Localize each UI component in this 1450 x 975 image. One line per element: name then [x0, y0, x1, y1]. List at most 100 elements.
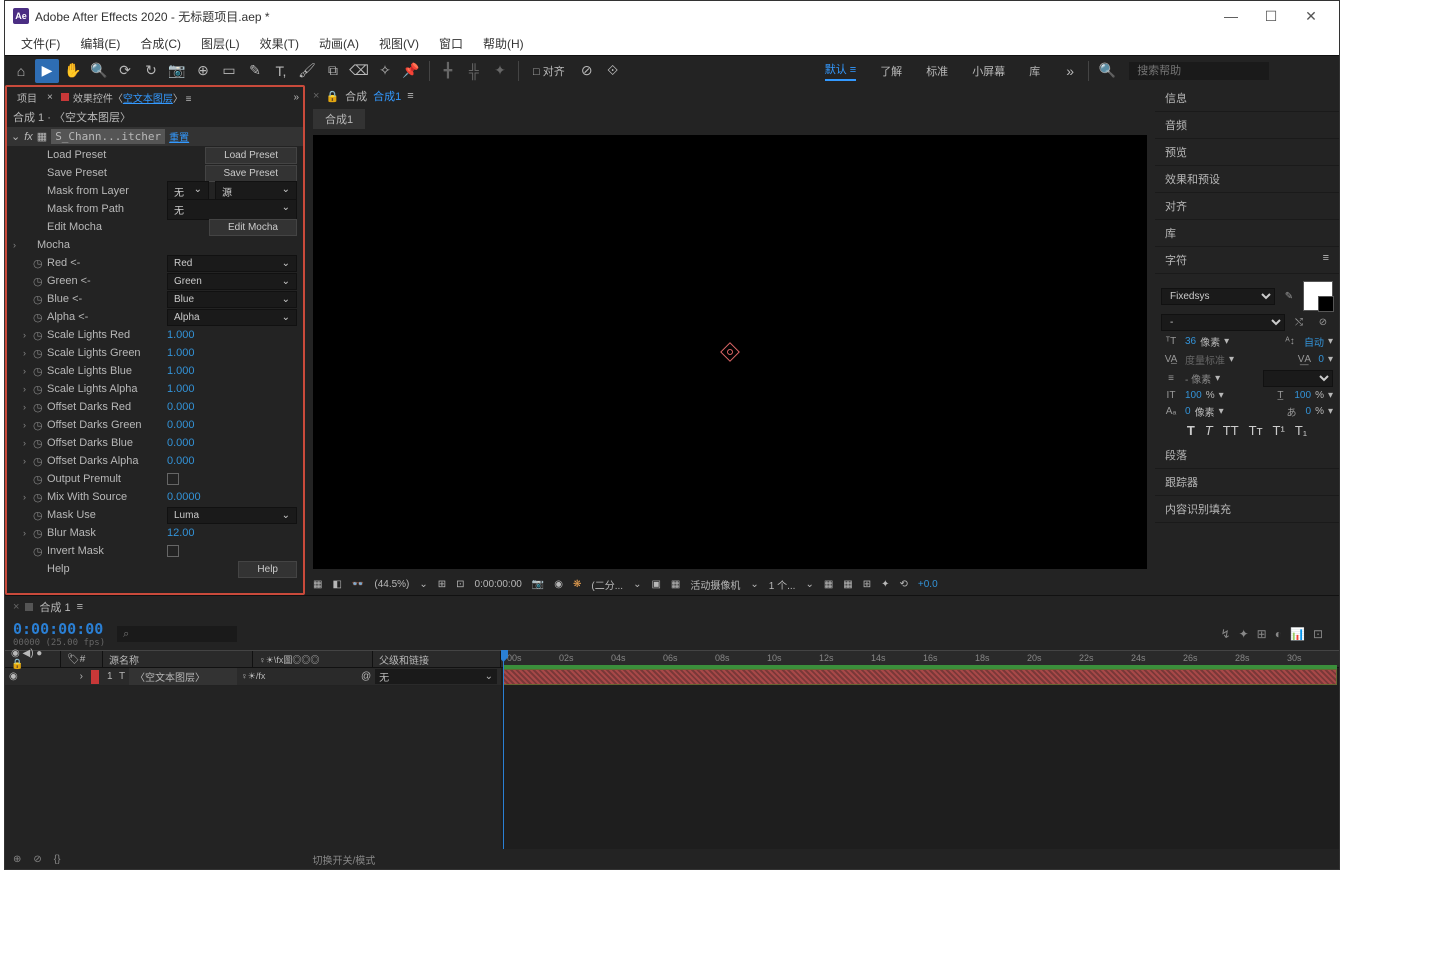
comp-link-icon[interactable]: 🔒	[325, 90, 339, 103]
toggle-switches-label[interactable]: 切换开关/模式	[312, 852, 375, 867]
fill-stroke-color[interactable]	[1303, 281, 1333, 311]
layer-duration-bar[interactable]	[503, 669, 1337, 685]
effect-name[interactable]: S_Chann...itcher	[51, 129, 165, 144]
zoom-level[interactable]: (44.5%)	[374, 579, 409, 590]
parent-pickwhip-icon[interactable]: @	[357, 671, 375, 682]
prop-value[interactable]: 0.000	[167, 401, 303, 413]
hand-tool-icon[interactable]: ✋	[61, 59, 85, 83]
layer-switches[interactable]: ♀☀/fx	[237, 671, 357, 682]
workspace-小屏幕[interactable]: 小屏幕	[972, 63, 1005, 79]
superscript-button[interactable]: T¹	[1273, 423, 1285, 438]
selection-tool-icon[interactable]: ▶	[35, 59, 59, 83]
prop-dropdown[interactable]: Green⌄	[167, 273, 297, 290]
menu-效果(T)[interactable]: 效果(T)	[252, 33, 307, 54]
transparency-icon[interactable]: ▦	[671, 579, 680, 590]
layer-color-chip[interactable]	[91, 670, 99, 684]
prop-value[interactable]: 12.00	[167, 527, 303, 539]
camera-tool-icon[interactable]: 📷	[165, 59, 189, 83]
guide-icon[interactable]: ⊡	[456, 579, 464, 590]
snapshot-icon[interactable]: 📷	[532, 579, 544, 590]
views-dd[interactable]: 1 个...	[769, 577, 796, 592]
anchor-point-icon[interactable]	[720, 342, 740, 362]
stroke-style-select[interactable]	[1263, 370, 1333, 387]
eraser-tool-icon[interactable]: ⌫	[347, 59, 371, 83]
world-axis-icon[interactable]: ╬	[462, 59, 486, 83]
menu-图层(L)[interactable]: 图层(L)	[193, 33, 248, 54]
prop-button[interactable]: Save Preset	[205, 165, 297, 182]
menu-窗口[interactable]: 窗口	[431, 33, 471, 54]
tl-footer-icon1[interactable]: ⊕	[13, 854, 21, 865]
minimize-button[interactable]: —	[1211, 2, 1251, 30]
prop-dropdown[interactable]: 无⌄	[167, 199, 297, 220]
current-timecode[interactable]: 0:00:00:00	[13, 620, 105, 638]
camera-dd[interactable]: 活动摄像机	[690, 577, 740, 592]
adjust-icon[interactable]: ⊡	[1313, 627, 1323, 641]
layer-visibility-icon[interactable]: ◉	[9, 671, 18, 682]
prop-value[interactable]: 0.0000	[167, 491, 303, 503]
subscript-button[interactable]: T₁	[1295, 423, 1307, 438]
font-style-select[interactable]: -	[1161, 314, 1285, 331]
effect-toggle-icon[interactable]: ⌄	[11, 130, 20, 143]
close-button[interactable]: ✕	[1291, 2, 1331, 30]
rect-tool-icon[interactable]: ▭	[217, 59, 241, 83]
panel-section-库[interactable]: 库	[1155, 220, 1339, 247]
baseline-value[interactable]: 0	[1185, 406, 1191, 417]
channel-icon[interactable]: ◉	[554, 579, 563, 590]
menu-编辑(E)[interactable]: 编辑(E)	[72, 33, 128, 54]
layer-expand-icon[interactable]: ›	[80, 671, 83, 682]
panel-section-段落[interactable]: 段落	[1155, 442, 1339, 469]
prop-checkbox[interactable]	[167, 545, 179, 557]
tl-footer-icon3[interactable]: {}	[54, 854, 61, 865]
prop-dropdown[interactable]: Blue⌄	[167, 291, 297, 308]
workspace-默认[interactable]: 默认 ≡	[825, 61, 856, 81]
vscale-value[interactable]: 100	[1185, 390, 1202, 401]
panel-section-信息[interactable]: 信息	[1155, 85, 1339, 112]
time-ruler[interactable]: 00s02s04s06s08s10s12s14s16s18s20s22s24s2…	[501, 650, 1339, 668]
prop-value[interactable]: 1.000	[167, 329, 303, 341]
kerning-value[interactable]: 度量标准	[1185, 352, 1225, 367]
menu-帮助(H)[interactable]: 帮助(H)	[475, 33, 532, 54]
mask-vis-icon[interactable]: ▦	[313, 579, 322, 590]
draft-icon[interactable]: ▦	[843, 579, 852, 590]
prop-value[interactable]: 1.000	[167, 347, 303, 359]
snap-opt1-icon[interactable]: ⊘	[575, 59, 599, 83]
character-panel-title[interactable]: 字符	[1165, 252, 1187, 268]
effect-fx-icon[interactable]: fx	[24, 131, 33, 143]
clone-tool-icon[interactable]: ⧉	[321, 59, 345, 83]
timeline-layer-row[interactable]: ◉ › 1 T 〈空文本图层〉 ♀☀/fx @ 无⌄	[5, 668, 501, 686]
fast-preview-icon[interactable]: ▦	[824, 579, 833, 590]
smallcaps-button[interactable]: Tᴛ	[1249, 423, 1263, 438]
panel-section-内容识别填充[interactable]: 内容识别填充	[1155, 496, 1339, 523]
roto-tool-icon[interactable]: ✧	[373, 59, 397, 83]
allcaps-button[interactable]: TT	[1223, 423, 1239, 438]
help-search-input[interactable]	[1129, 62, 1269, 80]
prop-dropdown[interactable]: Luma⌄	[167, 507, 297, 524]
brush-tool-icon[interactable]: 🖌	[295, 59, 319, 83]
workspace-了解[interactable]: 了解	[880, 63, 902, 79]
alpha-icon[interactable]: ◧	[332, 579, 341, 590]
stroke-width-value[interactable]: - 像素	[1185, 371, 1211, 386]
panel-section-预览[interactable]: 预览	[1155, 139, 1339, 166]
roi-icon[interactable]: ▣	[651, 579, 660, 590]
parent-dropdown[interactable]: 无⌄	[375, 669, 497, 684]
motion-blur-icon[interactable]: ◐	[1275, 627, 1282, 641]
panel-section-音频[interactable]: 音频	[1155, 112, 1339, 139]
zoom-tool-icon[interactable]: 🔍	[87, 59, 111, 83]
hscale-value[interactable]: 100	[1294, 390, 1311, 401]
timeline-tracks[interactable]: 00s02s04s06s08s10s12s14s16s18s20s22s24s2…	[501, 650, 1339, 849]
composition-viewer[interactable]	[313, 135, 1147, 569]
menu-合成(C)[interactable]: 合成(C)	[132, 33, 189, 54]
prop-dropdown[interactable]: Red⌄	[167, 255, 297, 272]
comp-tab-name[interactable]: 合成1	[373, 88, 401, 104]
snap-opt2-icon[interactable]: ⟐	[601, 59, 625, 83]
menu-视图(V)[interactable]: 视图(V)	[371, 33, 427, 54]
puppet-tool-icon[interactable]: 📌	[399, 59, 423, 83]
project-tab[interactable]: 项目	[11, 88, 43, 107]
no-color-icon[interactable]: ⊘	[1313, 317, 1333, 328]
eyedropper-icon[interactable]: ✎	[1279, 291, 1299, 302]
prop-button[interactable]: Edit Mocha	[209, 219, 297, 236]
prop-checkbox[interactable]	[167, 473, 179, 485]
font-size-value[interactable]: 36	[1185, 336, 1196, 347]
flowchart-icon[interactable]: ✦	[881, 579, 889, 590]
tl-footer-icon2[interactable]: ⊘	[33, 854, 41, 865]
